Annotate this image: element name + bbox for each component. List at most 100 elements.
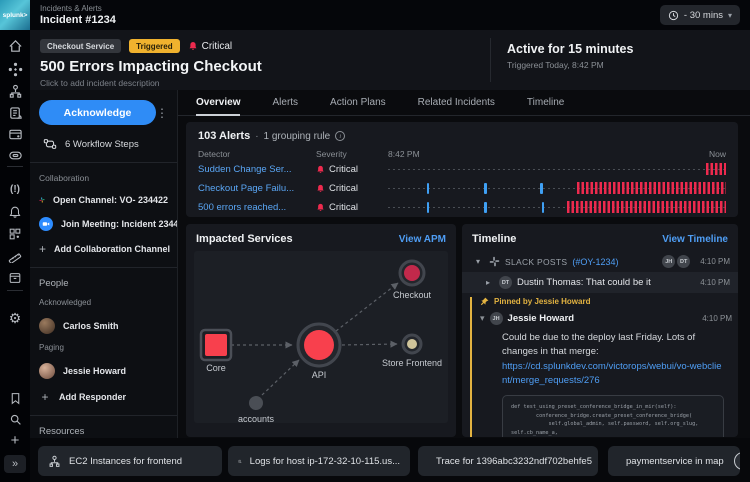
severity-label: Critical (329, 164, 358, 175)
open-channel-link[interactable]: Open Channel: VO- 234422 (39, 194, 168, 206)
left-nav-rail: splunk> (!) ⚙ + » (0, 0, 30, 482)
person-jessie-howard[interactable]: Jessie Howard (39, 363, 168, 379)
chip-label: Logs for host ip-172-32-10-115.us... (250, 456, 400, 467)
resources-header: Resources (39, 426, 168, 437)
chip-label: EC2 Instances for frontend (69, 456, 182, 467)
service-node-core[interactable]: Core (201, 330, 231, 373)
critical-event-cluster (567, 201, 726, 213)
open-channel-label: Open Channel: VO- 234422 (53, 195, 168, 205)
chevron-right-button[interactable]: › (734, 452, 740, 470)
org-chart-icon (48, 455, 61, 468)
splunk-logo[interactable]: splunk> (0, 0, 30, 30)
dashboards-icon[interactable] (0, 224, 30, 244)
pinned-body-text: Could be due to the deploy last Friday. … (502, 332, 695, 357)
timeline-message[interactable]: ▸ DT Dustin Thomas: That could be it 4:1… (462, 272, 738, 293)
incident-action-panel: Acknowledge ⋮ 6 Workflow Steps Collabora… (30, 90, 178, 438)
service-map[interactable]: Core API accounts Checkout Store Frontend (194, 251, 448, 423)
badge-icon[interactable] (0, 145, 30, 165)
search-icon[interactable] (0, 409, 30, 429)
alert-row[interactable]: Checkout Page Failu...Critical (198, 179, 726, 197)
package-icon[interactable] (0, 268, 30, 288)
slack-posts-group[interactable]: ▾ SLACK POSTS (#OY-1234) JH DT 4:10 PM (462, 251, 738, 272)
gear-icon[interactable]: ⚙ (0, 308, 30, 328)
home-icon[interactable] (0, 36, 30, 56)
alert-rows: Sudden Change Ser... Critical Checkout Pag… (198, 160, 726, 216)
alert-row[interactable]: 500 errors reached...Critical (198, 198, 726, 216)
alert-timeline-track (388, 199, 726, 215)
caret-down-icon[interactable]: ▾ (476, 257, 484, 266)
merge-request-link[interactable]: https://cd.splunkdev.com/victorops/webui… (502, 361, 721, 386)
kebab-menu-icon[interactable]: ⋮ (156, 106, 168, 120)
slack-channel-link[interactable]: (#OY-1234) (572, 257, 618, 267)
slo-ruler-icon[interactable] (0, 246, 30, 266)
critical-event-cluster (706, 163, 726, 175)
suggestion-chip-trace[interactable]: Trace for 1396abc3232ndf702behfe5 (418, 446, 598, 476)
bookmark-icon[interactable] (0, 388, 30, 408)
workflow-steps-label: 6 Workflow Steps (65, 139, 139, 150)
time-range-value: - 30 mins (684, 10, 723, 21)
top-bar: Incidents & Alerts Incident #1234 - 30 m… (30, 0, 750, 30)
person-carlos-smith[interactable]: Carlos Smith (39, 318, 168, 334)
bell-icon[interactable] (0, 202, 30, 222)
logs-icon[interactable] (0, 103, 30, 123)
chip-label: Trace for 1396abc3232ndf702behfe5 (436, 456, 592, 467)
breadcrumb[interactable]: Incidents & Alerts (40, 4, 116, 13)
status-badge: Triggered (129, 39, 179, 53)
suggestion-chip-logs[interactable]: Logs for host ip-172-32-10-115.us... (228, 446, 410, 476)
infrastructure-icon[interactable] (0, 81, 30, 101)
alert-detector-link[interactable]: 500 errors reached... (198, 202, 316, 213)
timestamp: 4:10 PM (700, 278, 730, 287)
tab-overview[interactable]: Overview (196, 90, 240, 116)
alert-detector-link[interactable]: Checkout Page Failu... (198, 183, 316, 194)
timeline-title: Timeline (472, 233, 516, 245)
workflow-steps-link[interactable]: 6 Workflow Steps (43, 137, 168, 151)
service-node-label: accounts (238, 414, 275, 423)
add-collaboration-label: Add Collaboration Channel (54, 244, 170, 254)
view-timeline-link[interactable]: View Timeline (662, 234, 728, 245)
service-node-checkout[interactable]: Checkout (393, 261, 432, 300)
time-range-picker[interactable]: - 30 mins ▾ (660, 5, 740, 25)
caret-right-icon[interactable]: ▸ (486, 278, 494, 287)
plus-icon[interactable]: + (0, 430, 30, 450)
avatar-jh: JH (662, 255, 675, 268)
join-meeting-link[interactable]: Join Meeting: Incident 234422 (39, 217, 168, 231)
avatar (39, 318, 55, 334)
column-end-time: Now (709, 149, 726, 159)
tab-alerts[interactable]: Alerts (272, 90, 298, 116)
column-detector: Detector (198, 149, 316, 159)
info-icon[interactable]: i (335, 131, 345, 141)
service-node-api[interactable]: API (298, 324, 340, 380)
suggestion-chip-paymentservice[interactable]: paymentservice in map › (608, 446, 740, 476)
incident-description-placeholder[interactable]: Click to add incident description (40, 78, 490, 88)
plus-icon: + (39, 242, 46, 256)
incident-icon[interactable]: (!) (0, 180, 30, 200)
rail-divider (7, 290, 23, 291)
view-apm-link[interactable]: View APM (399, 234, 446, 245)
service-badge[interactable]: Checkout Service (40, 39, 121, 53)
tab-action-plans[interactable]: Action Plans (330, 90, 386, 116)
participant-avatars: JH DT (662, 255, 690, 268)
alert-timeline-track (388, 180, 726, 196)
id-card-icon[interactable] (0, 124, 30, 144)
alert-detector-link[interactable]: Sudden Change Ser... (198, 164, 316, 175)
code-snippet[interactable]: def test_using_preset_conference_bridge_… (502, 395, 724, 437)
join-meeting-label: Join Meeting: Incident 234422 (61, 219, 178, 229)
pin-icon (480, 297, 489, 306)
collapse-icon[interactable]: » (0, 454, 30, 474)
pinned-by-label: Pinned by Jessie Howard (494, 297, 590, 306)
apm-icon[interactable] (0, 59, 30, 79)
event-tick (427, 183, 430, 194)
service-node-store-frontend[interactable]: Store Frontend (382, 335, 442, 368)
alert-row[interactable]: Sudden Change Ser... Critical (198, 160, 726, 178)
pinned-author-row[interactable]: ▾ JH Jessie Howard 4:10 PM (480, 312, 738, 325)
service-node-accounts[interactable]: accounts (238, 396, 275, 423)
add-collaboration-channel[interactable]: + Add Collaboration Channel (39, 242, 168, 256)
caret-down-icon[interactable]: ▾ (480, 313, 485, 324)
divider (30, 267, 177, 268)
suggestion-chip-ec2[interactable]: EC2 Instances for frontend (38, 446, 222, 476)
chip-label: paymentservice in map (626, 456, 724, 467)
acknowledge-button[interactable]: Acknowledge (39, 100, 156, 125)
tab-related-incidents[interactable]: Related Incidents (418, 90, 495, 116)
add-responder-button[interactable]: + Add Responder (39, 390, 168, 404)
tab-timeline[interactable]: Timeline (527, 90, 564, 116)
